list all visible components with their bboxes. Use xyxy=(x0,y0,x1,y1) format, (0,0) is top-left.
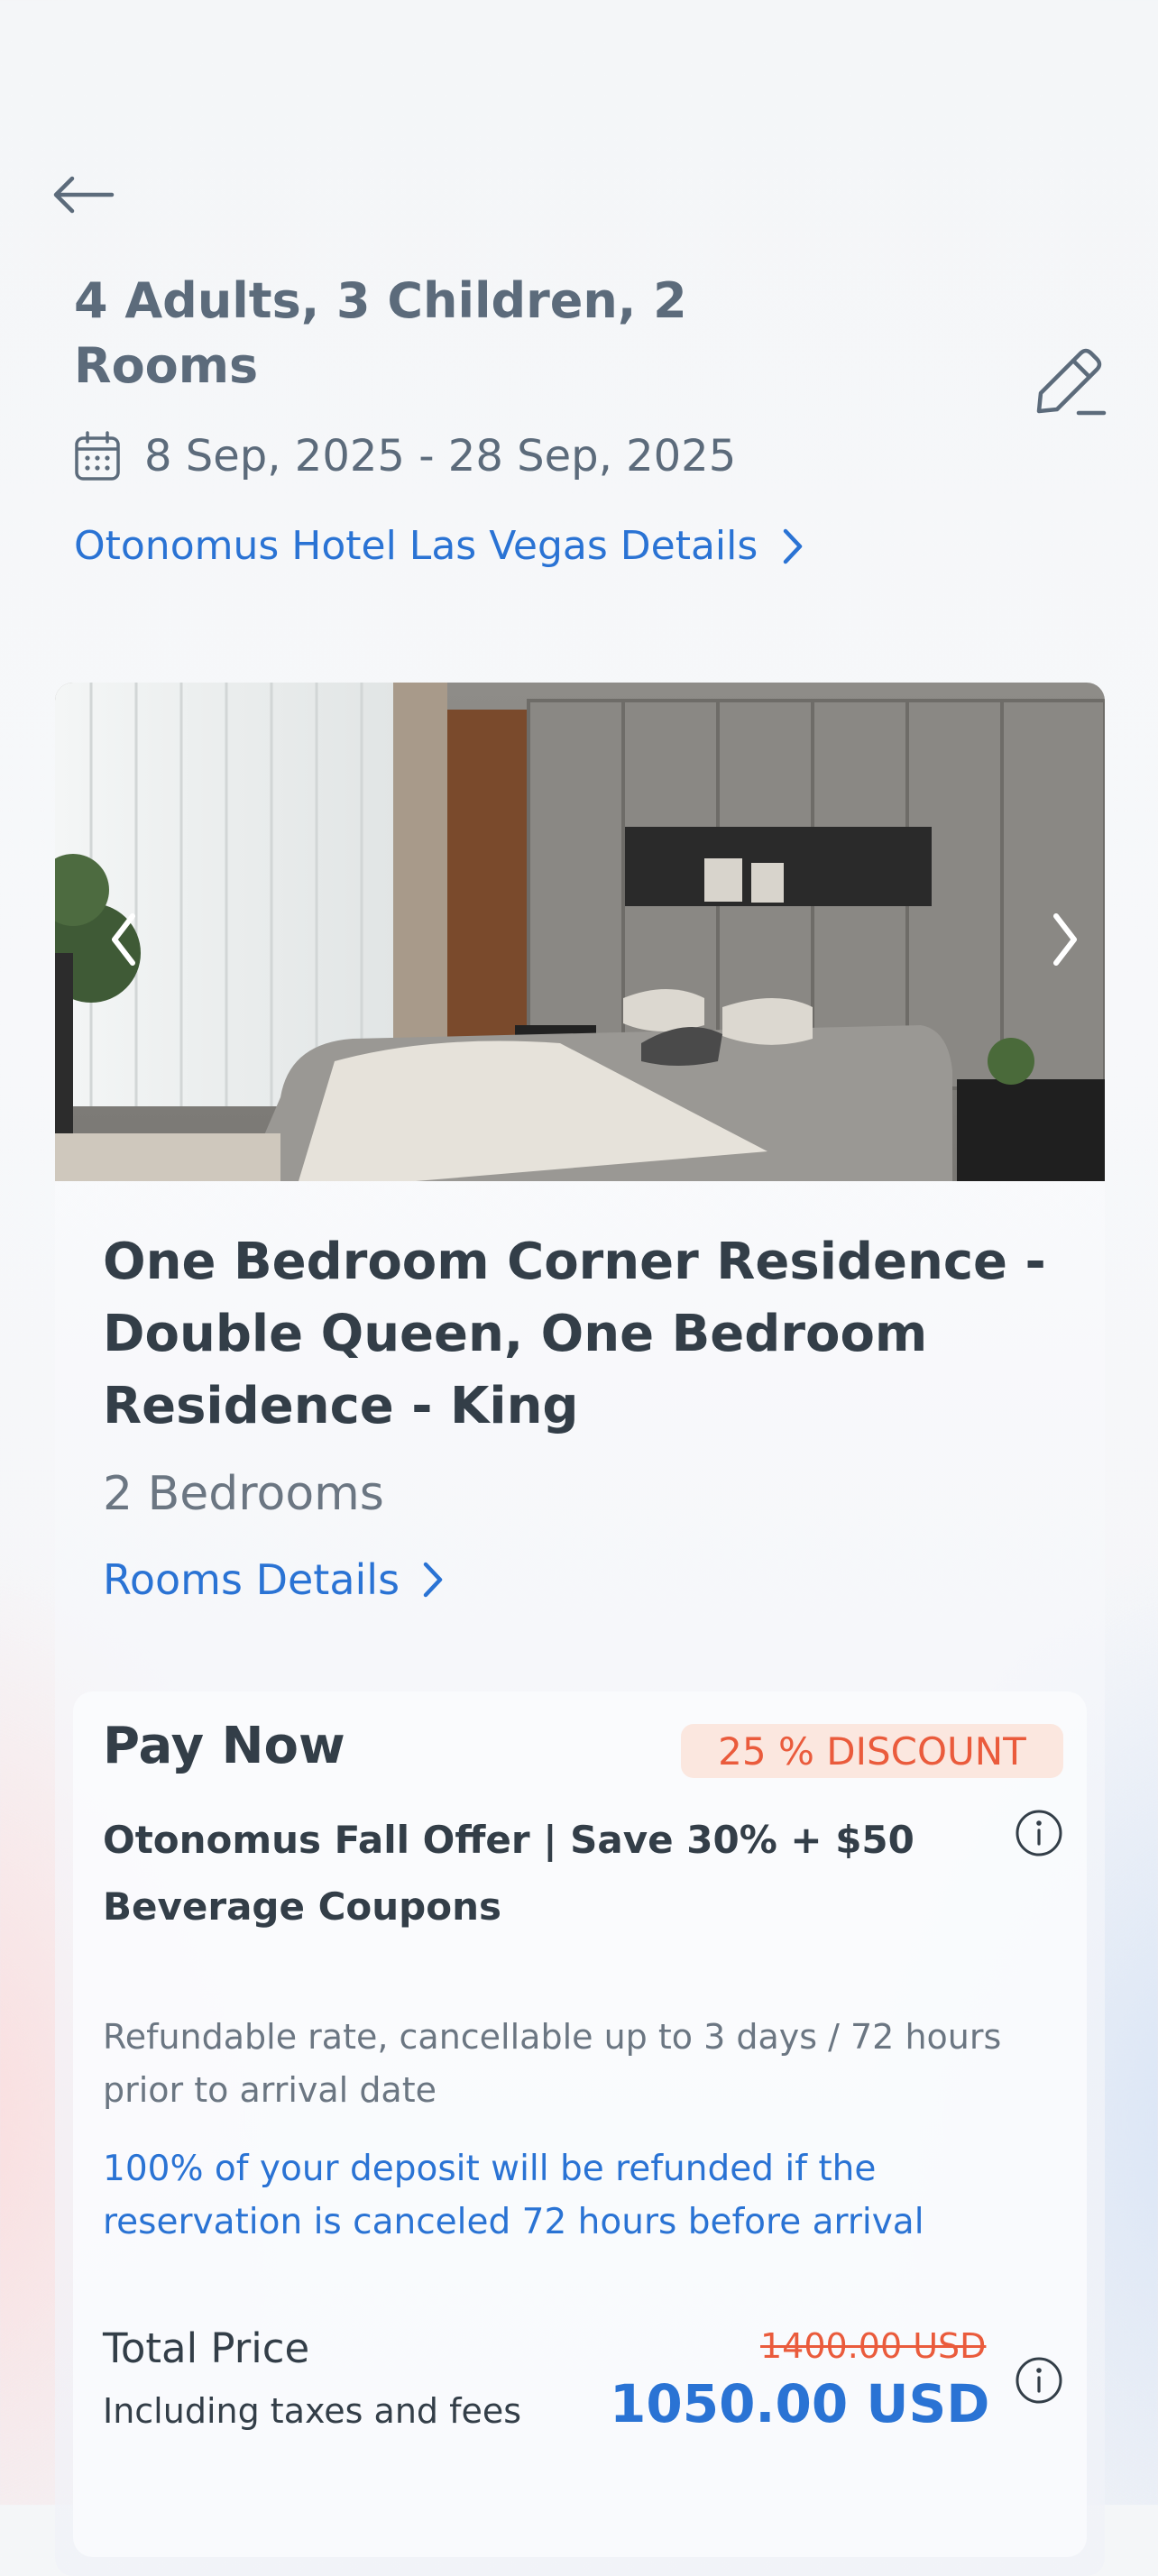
chevron-right-icon xyxy=(784,528,803,564)
photo-next-button[interactable] xyxy=(1034,899,1098,980)
info-icon xyxy=(1016,1810,1062,1856)
offer-name: Otonomus Fall Offer | Save 30% + $50 Bev… xyxy=(103,1818,914,1929)
room-bedrooms: 2 Bedrooms xyxy=(103,1467,384,1521)
back-button[interactable] xyxy=(51,168,123,222)
refund-policy-text: Refundable rate, cancellable up to 3 day… xyxy=(103,2017,1002,2110)
deposit-refund-note: 100% of your deposit will be refunded if… xyxy=(103,2149,924,2242)
taxes-fees-label: Including taxes and fees xyxy=(103,2391,522,2431)
original-price: 1400.00 USD xyxy=(760,2326,987,2366)
chevron-right-icon xyxy=(1053,913,1077,966)
calendar-icon xyxy=(75,431,120,481)
photo-prev-button[interactable] xyxy=(91,899,154,980)
hotel-details-link[interactable]: Otonomus Hotel Las Vegas Details xyxy=(74,523,803,569)
date-range-text: 8 Sep, 2025 - 28 Sep, 2025 xyxy=(144,431,737,481)
edit-search-button[interactable] xyxy=(1028,341,1109,422)
date-range-row: 8 Sep, 2025 - 28 Sep, 2025 xyxy=(74,431,736,481)
rate-offer-card[interactable]: Pay Now 25 % DISCOUNT Otonomus Fall Offe… xyxy=(73,1691,1087,2557)
pencil-icon xyxy=(1036,348,1107,416)
rooms-details-link[interactable]: Rooms Details xyxy=(103,1555,443,1604)
rooms-details-label: Rooms Details xyxy=(103,1555,400,1604)
room-photo xyxy=(55,683,1105,1181)
total-price-label: Total Price xyxy=(103,2324,310,2372)
discount-badge: 25 % DISCOUNT xyxy=(681,1724,1063,1778)
room-title: One Bedroom Corner Residence - Double Qu… xyxy=(103,1233,1046,1435)
price-info-button[interactable] xyxy=(1015,2356,1063,2405)
guests-rooms-summary: 4 Adults, 3 Children, 2 Rooms xyxy=(74,272,687,394)
final-price: 1050.00 USD xyxy=(610,2373,990,2434)
arrow-left-icon xyxy=(53,176,115,214)
info-icon xyxy=(1016,2357,1062,2404)
offer-info-button[interactable] xyxy=(1015,1809,1063,1857)
hotel-details-label: Otonomus Hotel Las Vegas Details xyxy=(74,523,758,569)
chevron-left-icon xyxy=(112,913,135,966)
pay-now-title: Pay Now xyxy=(103,1717,345,1775)
chevron-right-icon xyxy=(423,1562,443,1598)
